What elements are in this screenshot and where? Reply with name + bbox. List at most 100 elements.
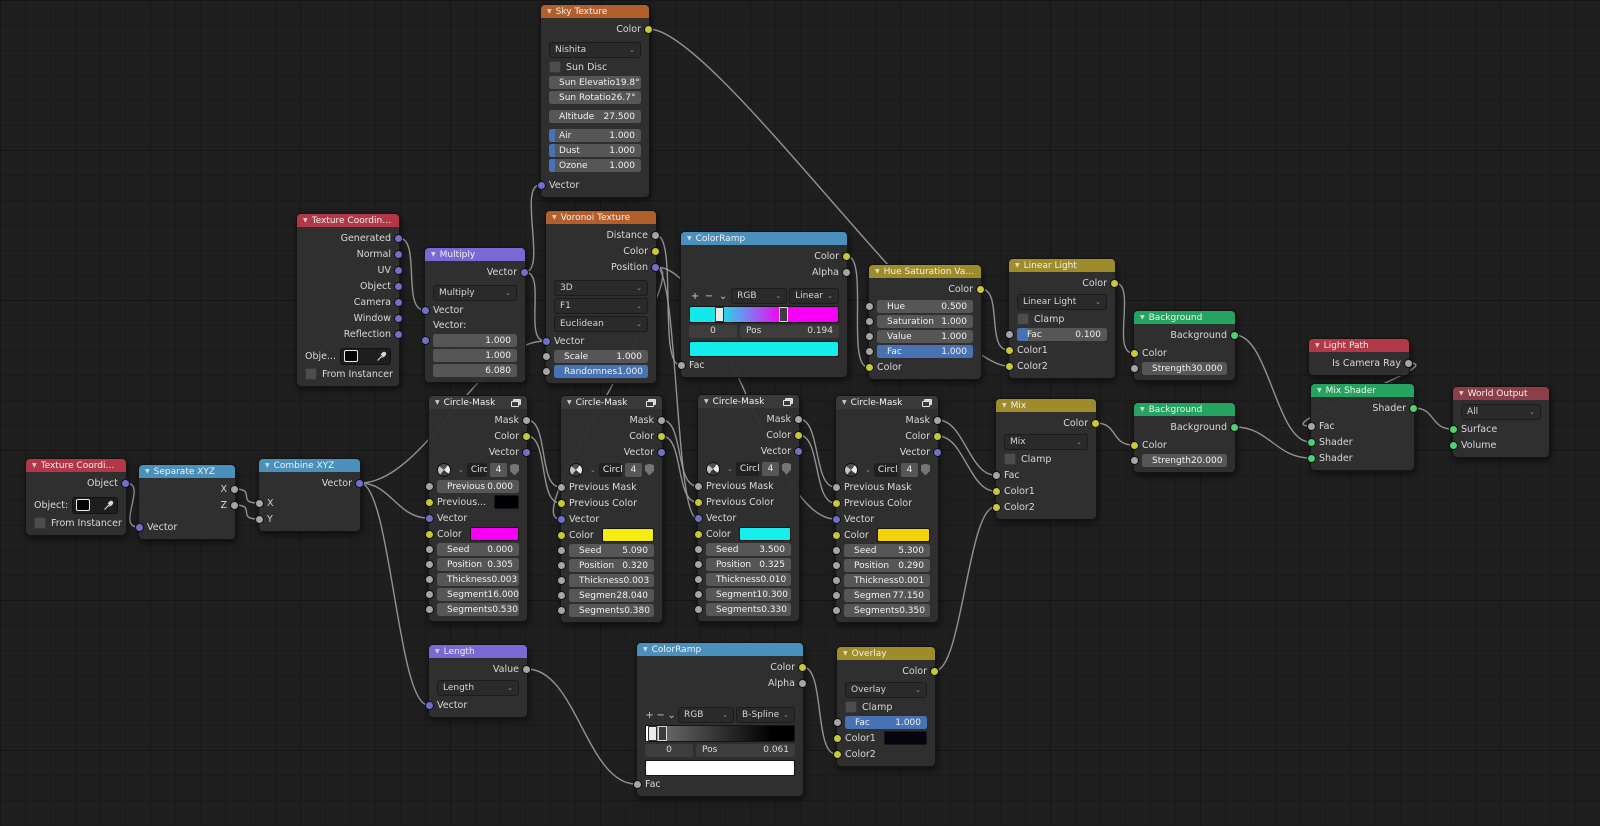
input-socket-color[interactable] (832, 530, 841, 540)
output-socket-position[interactable] (651, 262, 660, 272)
group-name-field[interactable]: Circle- (735, 461, 759, 476)
collapse-arrow-icon[interactable]: ▼ (643, 646, 648, 653)
checkbox-from-instancer[interactable] (305, 368, 317, 380)
node-hsv[interactable]: ▼ Hue Saturation Value Color Hue 0.500 Satura… (865, 264, 985, 380)
node-bg1[interactable]: ▼ Background Background Color Strength 30.000 (1130, 310, 1239, 381)
value-field-thickness[interactable]: Thickness 0.003 (437, 573, 519, 586)
output-socket-object[interactable] (121, 478, 130, 488)
output-socket-is-camera-ray[interactable] (1404, 358, 1413, 368)
output-socket-background[interactable] (1230, 422, 1239, 432)
dropdown-mix[interactable]: Mix ⌄ (1004, 434, 1088, 450)
output-socket-shader[interactable] (1409, 403, 1418, 413)
collapse-arrow-icon[interactable]: ▼ (1459, 390, 1464, 397)
dropdown-f1[interactable]: F1 ⌄ (554, 298, 648, 314)
value-field-fac[interactable]: Fac 1.000 (877, 345, 973, 358)
remove-stop-button[interactable]: − (703, 289, 715, 303)
input-socket-strength[interactable] (1130, 364, 1139, 373)
value-field-seed[interactable]: Seed 3.500 (706, 543, 791, 556)
output-socket-vector[interactable] (657, 447, 666, 457)
output-socket-mask[interactable] (522, 415, 531, 425)
node-header[interactable]: ▼ Multiply (425, 248, 525, 261)
input-socket-thickness[interactable] (557, 576, 566, 585)
input-socket-color2[interactable] (1005, 361, 1014, 371)
output-socket-color[interactable] (976, 284, 985, 294)
collapse-arrow-icon[interactable]: ▼ (1015, 262, 1020, 269)
value-field-seed[interactable]: Seed 0.000 (437, 543, 519, 556)
group-user-count[interactable]: 4 (901, 462, 918, 477)
input-socket-previous-color[interactable] (557, 498, 566, 508)
node-header[interactable]: ▼ Sky Texture (541, 5, 649, 18)
output-socket-color[interactable] (651, 246, 660, 256)
checkbox-sun-disc[interactable] (549, 61, 561, 73)
output-socket-alpha[interactable] (842, 267, 851, 277)
dropdown-euclidean[interactable]: Euclidean ⌄ (554, 316, 648, 332)
input-socket-segmen[interactable] (832, 591, 841, 600)
output-socket-mask[interactable] (933, 415, 942, 425)
group-name-field[interactable]: Circle- (873, 462, 898, 477)
ramp-menu-button[interactable]: ⌄ (667, 708, 676, 722)
color-swatch[interactable] (601, 528, 654, 542)
node-header[interactable]: ▼ Mix (996, 399, 1096, 412)
input-socket-position[interactable] (557, 561, 566, 570)
input-socket-position[interactable] (425, 560, 434, 569)
node-overlay[interactable]: ▼ Overlay Color Overlay ⌄ Clamp Fac 1.000 Color1… (833, 646, 939, 767)
value-field-hue[interactable]: Hue 0.500 (877, 300, 973, 313)
node-sep[interactable]: ▼ Separate XYZ X Z Vector (135, 464, 239, 540)
input-socket-fac[interactable] (992, 470, 1001, 480)
value-field-segment[interactable]: Segment 10.300 (706, 588, 791, 601)
value-field-segmen[interactable]: Segmen 77.150 (844, 589, 930, 602)
input-socket-previous[interactable] (425, 497, 434, 507)
input-socket-color1[interactable] (992, 486, 1001, 496)
output-socket-value[interactable] (522, 664, 531, 674)
value-field-seed[interactable]: Seed 5.090 (569, 544, 654, 557)
input-socket-saturation[interactable] (865, 317, 874, 326)
value-field-thickness[interactable]: Thickness 0.001 (844, 574, 930, 587)
collapse-arrow-icon[interactable]: ▼ (1317, 387, 1322, 394)
output-socket-window[interactable] (394, 313, 403, 323)
value-field-thickness[interactable]: Thickness 0.003 (569, 574, 654, 587)
node-header[interactable]: ▼ Circle-Mask (561, 396, 662, 409)
input-socket-position[interactable] (832, 561, 841, 570)
node-header[interactable]: ▼ Circle-Mask (698, 395, 799, 408)
input-socket-vector[interactable] (557, 514, 566, 524)
output-socket-camera[interactable] (394, 297, 403, 307)
collapse-arrow-icon[interactable]: ▼ (1140, 406, 1145, 413)
color-swatch[interactable] (876, 528, 930, 542)
output-socket-uv[interactable] (394, 265, 403, 275)
node-colorramp1[interactable]: ▼ ColorRamp Color Alpha + − ⌄ RGB ⌄ Linear ⌄ 0 Pos 0.… (677, 231, 851, 378)
value-field-thickness[interactable]: Thickness 0.010 (706, 573, 791, 586)
ramp-handle[interactable] (778, 307, 788, 322)
value-field-segments[interactable]: Segments 0.380 (569, 604, 654, 617)
input-socket-previous-color[interactable] (832, 498, 841, 508)
output-socket-color[interactable] (794, 430, 803, 440)
collapse-arrow-icon[interactable]: ▼ (843, 650, 848, 657)
stop-index-field[interactable]: 0 (689, 324, 737, 338)
node-header[interactable]: ▼ Linear Light (1009, 259, 1115, 272)
value-field-segment[interactable]: Segment 16.000 (437, 588, 519, 601)
color-swatch[interactable] (645, 760, 795, 776)
value-field-segments[interactable]: Segments 0.530 (437, 603, 519, 616)
output-socket-vector[interactable] (933, 447, 942, 457)
color-mode-dropdown[interactable]: RGB ⌄ (731, 288, 788, 304)
value-field-position[interactable]: Position 0.305 (437, 558, 519, 571)
collapse-arrow-icon[interactable]: ▼ (842, 399, 847, 406)
node-header[interactable]: ▼ Background (1134, 311, 1235, 324)
input-socket-vector[interactable] (537, 180, 546, 190)
input-socket-color[interactable] (557, 530, 566, 540)
node-header[interactable]: ▼ Voronoi Texture (546, 211, 656, 224)
fake-user-shield-icon[interactable] (645, 463, 654, 476)
input-socket-value[interactable] (421, 336, 430, 345)
color-swatch[interactable] (689, 341, 839, 357)
node-cm3[interactable]: ▼Circle-MaskMaskColorVector⌄Circle-4Prev… (694, 394, 803, 622)
collapse-arrow-icon[interactable]: ▼ (567, 399, 572, 406)
ramp-menu-button[interactable]: ⌄ (717, 289, 729, 303)
value-field-segments[interactable]: Segments 0.350 (844, 604, 930, 617)
node-colorramp2[interactable]: ▼ ColorRamp Color Alpha + − ⌄ RGB ⌄ B-Spline ⌄ 0 Pos… (633, 642, 807, 797)
value-field-dust[interactable]: Dust 1.000 (549, 144, 641, 157)
input-socket-vector[interactable] (135, 522, 144, 532)
fake-user-shield-icon[interactable] (510, 463, 519, 476)
input-socket-seed[interactable] (425, 545, 434, 554)
group-name-field[interactable]: Circle- (466, 462, 487, 477)
value-field-position[interactable]: Position 0.320 (569, 559, 654, 572)
node-header[interactable]: ▼ Separate XYZ (139, 465, 235, 478)
